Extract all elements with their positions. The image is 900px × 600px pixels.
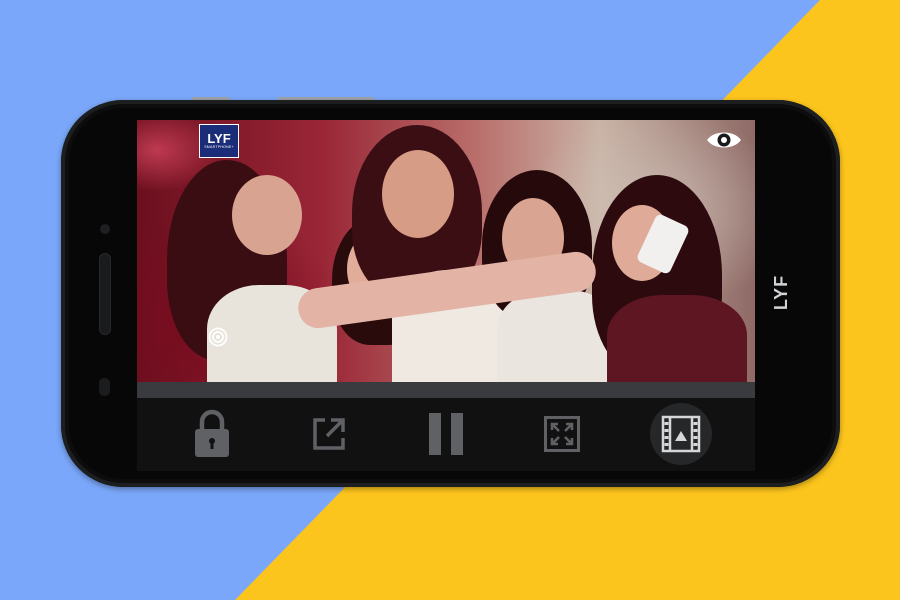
pause-icon	[429, 413, 463, 455]
lock-button[interactable]	[184, 406, 240, 462]
phone-device: LYF LYF SMARTPHONE+	[61, 100, 840, 487]
popout-button[interactable]	[301, 406, 357, 462]
earpiece-speaker	[99, 253, 111, 335]
video-figure	[382, 150, 454, 238]
film-button[interactable]	[650, 403, 712, 465]
pause-button[interactable]	[418, 406, 474, 462]
fullscreen-icon	[544, 416, 580, 452]
eye-icon[interactable]	[705, 128, 743, 152]
video-frame[interactable]: LYF SMARTPHONE+	[137, 120, 755, 382]
watermark-subtitle: SMARTPHONE+	[204, 145, 234, 149]
lock-icon	[195, 409, 229, 457]
player-controls-bar	[137, 398, 755, 471]
phone-brand-label: LYF	[771, 274, 792, 310]
popout-icon	[313, 418, 345, 450]
target-icon[interactable]	[208, 327, 228, 347]
phone-brand-logo: LYF	[771, 268, 793, 316]
channel-watermark-logo: LYF SMARTPHONE+	[199, 124, 239, 158]
film-icon	[661, 415, 701, 453]
front-camera	[99, 378, 110, 396]
fullscreen-button[interactable]	[534, 406, 590, 462]
video-figure	[232, 175, 302, 255]
seek-bar[interactable]	[137, 382, 755, 398]
video-figure	[607, 295, 747, 382]
phone-screen: LYF SMARTPHONE+	[137, 120, 755, 471]
watermark-title: LYF	[207, 131, 231, 146]
proximity-sensor	[100, 224, 110, 234]
